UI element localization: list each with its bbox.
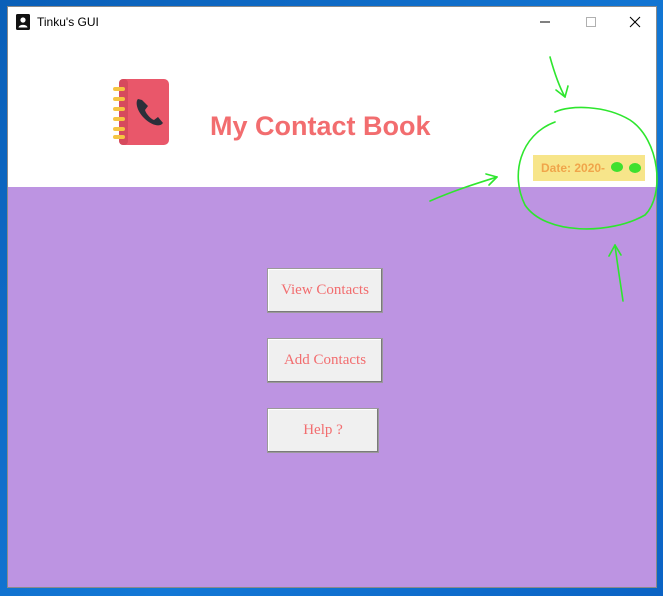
- app-title: My Contact Book: [210, 111, 431, 141]
- contact-app-icon: [16, 14, 30, 30]
- header: My Contact Book Date: 2020-: [8, 37, 656, 187]
- maximize-icon: [586, 17, 596, 27]
- main-panel: View Contacts Add Contacts Help ?: [8, 187, 656, 587]
- app-window: Tinku's GUI My Contact Book Date: 2020- …: [7, 6, 657, 588]
- view-contacts-button[interactable]: View Contacts: [267, 268, 383, 313]
- minimize-button[interactable]: [522, 7, 568, 37]
- date-text: Date: 2020-: [541, 161, 606, 175]
- help-button[interactable]: Help ?: [267, 408, 379, 453]
- contact-book-icon: [113, 79, 169, 145]
- title-bar[interactable]: Tinku's GUI: [8, 7, 656, 37]
- minimize-icon: [540, 21, 550, 23]
- maximize-button[interactable]: [568, 7, 614, 37]
- window-title: Tinku's GUI: [37, 15, 99, 29]
- close-icon: [629, 16, 641, 28]
- add-contacts-button[interactable]: Add Contacts: [267, 338, 383, 383]
- date-label: Date: 2020-: [533, 155, 645, 181]
- close-button[interactable]: [612, 7, 656, 37]
